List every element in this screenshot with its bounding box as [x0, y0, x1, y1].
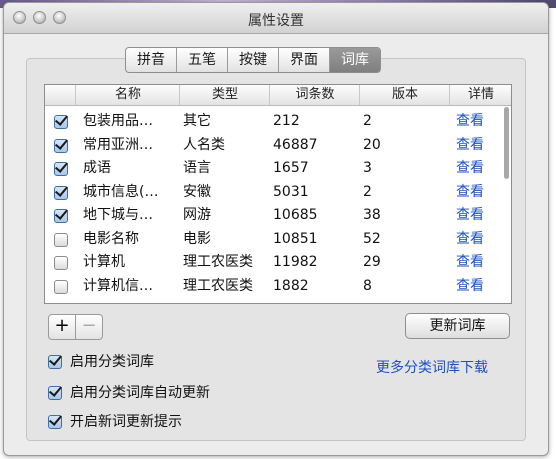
- row-checkbox[interactable]: [54, 162, 68, 176]
- tab-pinyin[interactable]: 拼音: [126, 48, 177, 72]
- row-detail-link[interactable]: 查看: [456, 157, 484, 180]
- title-bar: 属性设置: [4, 3, 548, 34]
- row-detail-link[interactable]: 查看: [456, 181, 484, 204]
- header-name[interactable]: 名称: [75, 85, 180, 105]
- table-row[interactable]: 包装用品… 其它 212 2 查看: [45, 110, 511, 134]
- row-detail-link[interactable]: 查看: [456, 275, 484, 298]
- row-type: 理工农医类: [183, 254, 253, 270]
- row-checkbox[interactable]: [54, 279, 68, 294]
- row-name: 计算机信…: [83, 277, 153, 294]
- update-dictionary-button[interactable]: 更新词库: [405, 313, 510, 339]
- add-dictionary-button[interactable]: +: [48, 314, 76, 340]
- option-label: 启用分类词库自动更新: [70, 385, 210, 401]
- table-row[interactable]: 城市信息(… 安徽 5031 2 查看: [45, 181, 511, 205]
- header-detail[interactable]: 详情: [449, 85, 511, 105]
- option-checkbox[interactable]: [48, 386, 62, 400]
- preferences-tabs: 拼音 五笔 按键 界面 词库: [125, 47, 381, 73]
- row-version: 52: [363, 230, 381, 247]
- table-header: 名称 类型 词条数 版本 详情: [45, 85, 511, 106]
- row-type: 其它: [183, 113, 211, 129]
- row-checkbox[interactable]: [54, 185, 68, 200]
- row-version: 2: [363, 183, 372, 200]
- row-name: 常用亚洲…: [83, 136, 153, 153]
- table-row[interactable]: 常用亚洲… 人名类 46887 20 查看: [45, 134, 511, 158]
- row-name: 电影名称: [83, 230, 139, 247]
- row-version: 3: [363, 160, 372, 176]
- row-count: 1657: [273, 160, 309, 176]
- row-checkbox[interactable]: [54, 232, 68, 247]
- table-row[interactable]: 电影名称 电影 10851 52 查看: [45, 228, 511, 252]
- row-count: 10851: [273, 230, 318, 247]
- row-type: 电影: [183, 230, 211, 247]
- row-checkbox[interactable]: [54, 209, 68, 223]
- tab-keys[interactable]: 按键: [228, 48, 279, 72]
- row-count: 212: [273, 113, 300, 129]
- table-row[interactable]: 成语 语言 1657 3 查看: [45, 157, 511, 181]
- tab-wubi[interactable]: 五笔: [177, 48, 228, 72]
- row-count: 5031: [273, 183, 309, 200]
- row-detail-link[interactable]: 查看: [456, 110, 484, 133]
- row-detail-link[interactable]: 查看: [456, 204, 484, 227]
- header-check-column: [45, 85, 75, 105]
- row-type: 理工农医类: [183, 277, 253, 294]
- row-count: 46887: [273, 136, 318, 153]
- remove-dictionary-button[interactable]: −: [75, 314, 103, 340]
- row-name: 包装用品…: [83, 113, 153, 129]
- dictionary-table: 名称 类型 词条数 版本 详情 包装用品… 其它 212 2 查看 常用亚洲… …: [44, 84, 512, 304]
- row-name: 成语: [83, 160, 111, 176]
- tab-interface[interactable]: 界面: [279, 48, 330, 72]
- row-version: 38: [363, 207, 381, 223]
- row-detail-link[interactable]: 查看: [456, 228, 484, 251]
- tab-dictionary[interactable]: 词库: [330, 48, 380, 72]
- row-count: 10685: [273, 207, 318, 223]
- row-name: 城市信息(…: [83, 183, 159, 200]
- header-version[interactable]: 版本: [359, 85, 450, 105]
- row-count: 11982: [273, 254, 318, 270]
- table-row[interactable]: 计算机信… 理工农医类 1882 8 查看: [45, 275, 511, 299]
- row-version: 20: [363, 136, 381, 153]
- row-type: 人名类: [183, 136, 225, 153]
- row-checkbox[interactable]: [54, 256, 68, 270]
- option-checkbox[interactable]: [48, 355, 62, 369]
- row-count: 1882: [273, 277, 309, 294]
- row-name: 计算机: [83, 254, 125, 270]
- header-type[interactable]: 类型: [179, 85, 270, 105]
- header-count[interactable]: 词条数: [269, 85, 360, 105]
- more-dictionaries-link[interactable]: 更多分类词库下载: [376, 357, 488, 377]
- row-detail-link[interactable]: 查看: [456, 134, 484, 157]
- row-checkbox[interactable]: [54, 115, 68, 129]
- row-type: 安徽: [183, 183, 211, 200]
- table-row[interactable]: 地下城与… 网游 10685 38 查看: [45, 204, 511, 228]
- row-type: 语言: [183, 160, 211, 176]
- table-row[interactable]: 计算机 理工农医类 11982 29 查看: [45, 251, 511, 275]
- row-checkbox[interactable]: [54, 138, 68, 153]
- row-version: 8: [363, 277, 372, 294]
- window-title: 属性设置: [248, 13, 304, 29]
- option-label: 启用分类词库: [70, 354, 154, 370]
- row-version: 2: [363, 113, 372, 129]
- row-version: 29: [363, 254, 381, 270]
- row-name: 地下城与…: [83, 207, 153, 223]
- option-checkbox[interactable]: [48, 415, 62, 429]
- row-type: 网游: [183, 207, 211, 223]
- option-label: 开启新词更新提示: [70, 414, 182, 430]
- table-scrollbar[interactable]: [504, 107, 509, 179]
- row-detail-link[interactable]: 查看: [456, 251, 484, 274]
